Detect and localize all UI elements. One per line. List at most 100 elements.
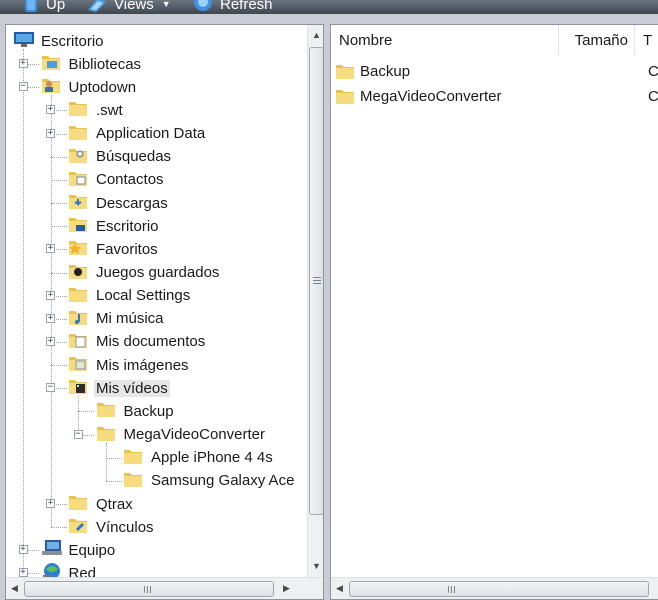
tree-item[interactable]: Apple iPhone 4 4s [123,447,273,469]
list-horizontal-scroll-thumb[interactable] [349,581,649,597]
tree-item-label: Escritorio [41,32,104,50]
up-label: Up [46,0,66,13]
tree-connector-line [50,95,52,528]
tree-item-label: MegaVideoConverter [123,426,265,444]
folder-icon [96,400,118,422]
list-item[interactable]: MegaVideoConverter C [335,85,658,107]
views-icon [88,0,106,12]
tree-connector-line [23,49,24,574]
refresh-button[interactable]: Refresh [192,0,273,14]
tree-horizontal-scrollbar[interactable]: ◀ ▶ [6,577,323,599]
tree-item-label: Bibliotecas [68,55,142,73]
scroll-left-arrow-icon[interactable]: ◀ [331,580,348,597]
searches-folder-icon [68,146,90,168]
tree-item[interactable]: Backup [96,400,174,422]
tree-item[interactable]: Mis imágenes [68,354,189,376]
list-item-name: MegaVideoConverter [360,87,502,105]
tree-item[interactable]: Mis vídeos [68,377,170,399]
folder-icon [68,99,90,121]
tree-connector-line [50,179,67,181]
scroll-down-arrow-icon[interactable]: ▼ [308,558,323,575]
desktop-folder-icon [68,215,90,237]
views-button[interactable]: Views ▼ [86,0,171,14]
folder-icon [123,470,145,492]
scroll-right-arrow-icon[interactable]: ▶ [278,580,295,597]
tree-item-label: Backup [123,402,174,420]
folder-icon [68,123,90,145]
expand-icon[interactable]: + [46,313,55,323]
tree-item[interactable]: Application Data [68,123,205,145]
file-list-pane: Nombre Tamaño T Backup C MegaVideoConver… [330,24,658,600]
tree-connector-line [50,365,67,367]
tree-item[interactable]: Uptodown [41,76,137,98]
tree-horizontal-scroll-thumb[interactable] [24,581,274,597]
collapse-icon[interactable]: − [46,383,55,393]
tree-vertical-scrollbar[interactable]: ▲ ▼ [307,25,323,577]
tree-item[interactable]: Escritorio [68,215,159,237]
column-header-name[interactable]: Nombre [331,25,559,55]
folder-icon [68,493,90,515]
tree-item-label: Búsquedas [96,148,172,166]
expand-icon[interactable]: + [18,59,28,69]
tree-vertical-scroll-thumb[interactable] [309,47,323,515]
tree-item-label: Mis imágenes [96,356,189,374]
tree-item[interactable]: Mi música [68,308,164,330]
expand-icon[interactable]: + [46,128,55,138]
tree-connector-line [105,457,122,459]
tree-item[interactable]: Escritorio [13,30,104,52]
refresh-label: Refresh [220,0,273,13]
scroll-left-arrow-icon[interactable]: ◀ [6,580,23,597]
expand-icon[interactable]: + [46,105,55,115]
tree-item-label: Local Settings [96,287,191,305]
tree-item-label: Apple iPhone 4 4s [151,449,273,467]
collapse-icon[interactable]: − [73,429,83,439]
list-item[interactable]: Backup C [335,60,658,82]
tree-item[interactable]: Contactos [68,169,164,191]
up-button[interactable]: Up [22,0,65,14]
videos-folder-icon [68,377,90,399]
list-horizontal-scrollbar[interactable]: ◀ [331,577,658,599]
downloads-folder-icon [68,192,90,214]
expand-icon[interactable]: + [46,336,55,346]
expand-icon[interactable]: + [46,290,55,300]
tree-item[interactable]: Equipo [41,539,115,561]
tree-item[interactable]: Samsung Galaxy Ace [123,470,294,492]
folder-icon [96,424,118,446]
tree-connector-line [50,527,67,529]
column-header-type[interactable]: T [635,25,658,55]
scroll-up-arrow-icon[interactable]: ▲ [308,27,323,44]
tree-item[interactable]: Favoritos [68,238,158,260]
toolbar: Up Views ▼ Refresh [0,0,658,14]
tree-item[interactable]: Bibliotecas [41,53,142,75]
column-header-size[interactable]: Tamaño [559,25,635,55]
expand-icon[interactable]: + [46,244,55,254]
list-item-name: Backup [360,62,411,80]
tree-item-label: Uptodown [68,78,137,96]
tree-item[interactable]: .swt [68,99,123,121]
tree-connector-line [50,226,67,228]
tree-item-label: Contactos [96,171,164,189]
views-label: Views [114,0,154,13]
tree-item[interactable]: Mis documentos [68,331,205,353]
contacts-folder-icon [68,169,90,191]
tree-connector-line [105,480,122,482]
collapse-icon[interactable]: − [18,82,28,92]
folder-icon [336,65,354,79]
tree-item[interactable]: Búsquedas [68,146,171,168]
refresh-icon [194,0,212,11]
tree-item[interactable]: MegaVideoConverter [96,424,265,446]
tree-connector-line [50,272,67,274]
tree-item[interactable]: Juegos guardados [68,262,219,284]
tree-item[interactable]: Vínculos [68,516,154,538]
tree-connector-line [50,156,67,158]
tree-connector-line [50,203,67,205]
tree-item[interactable]: Local Settings [68,285,190,307]
expand-icon[interactable]: + [46,499,55,508]
tree-item[interactable]: Descargas [68,192,168,214]
tree-connector-line [78,411,94,413]
tree-item[interactable]: Qtrax [68,493,133,515]
favorites-folder-icon [68,238,90,260]
folder-icon [123,447,145,469]
expand-icon[interactable]: + [18,545,28,555]
pictures-folder-icon [68,354,90,376]
